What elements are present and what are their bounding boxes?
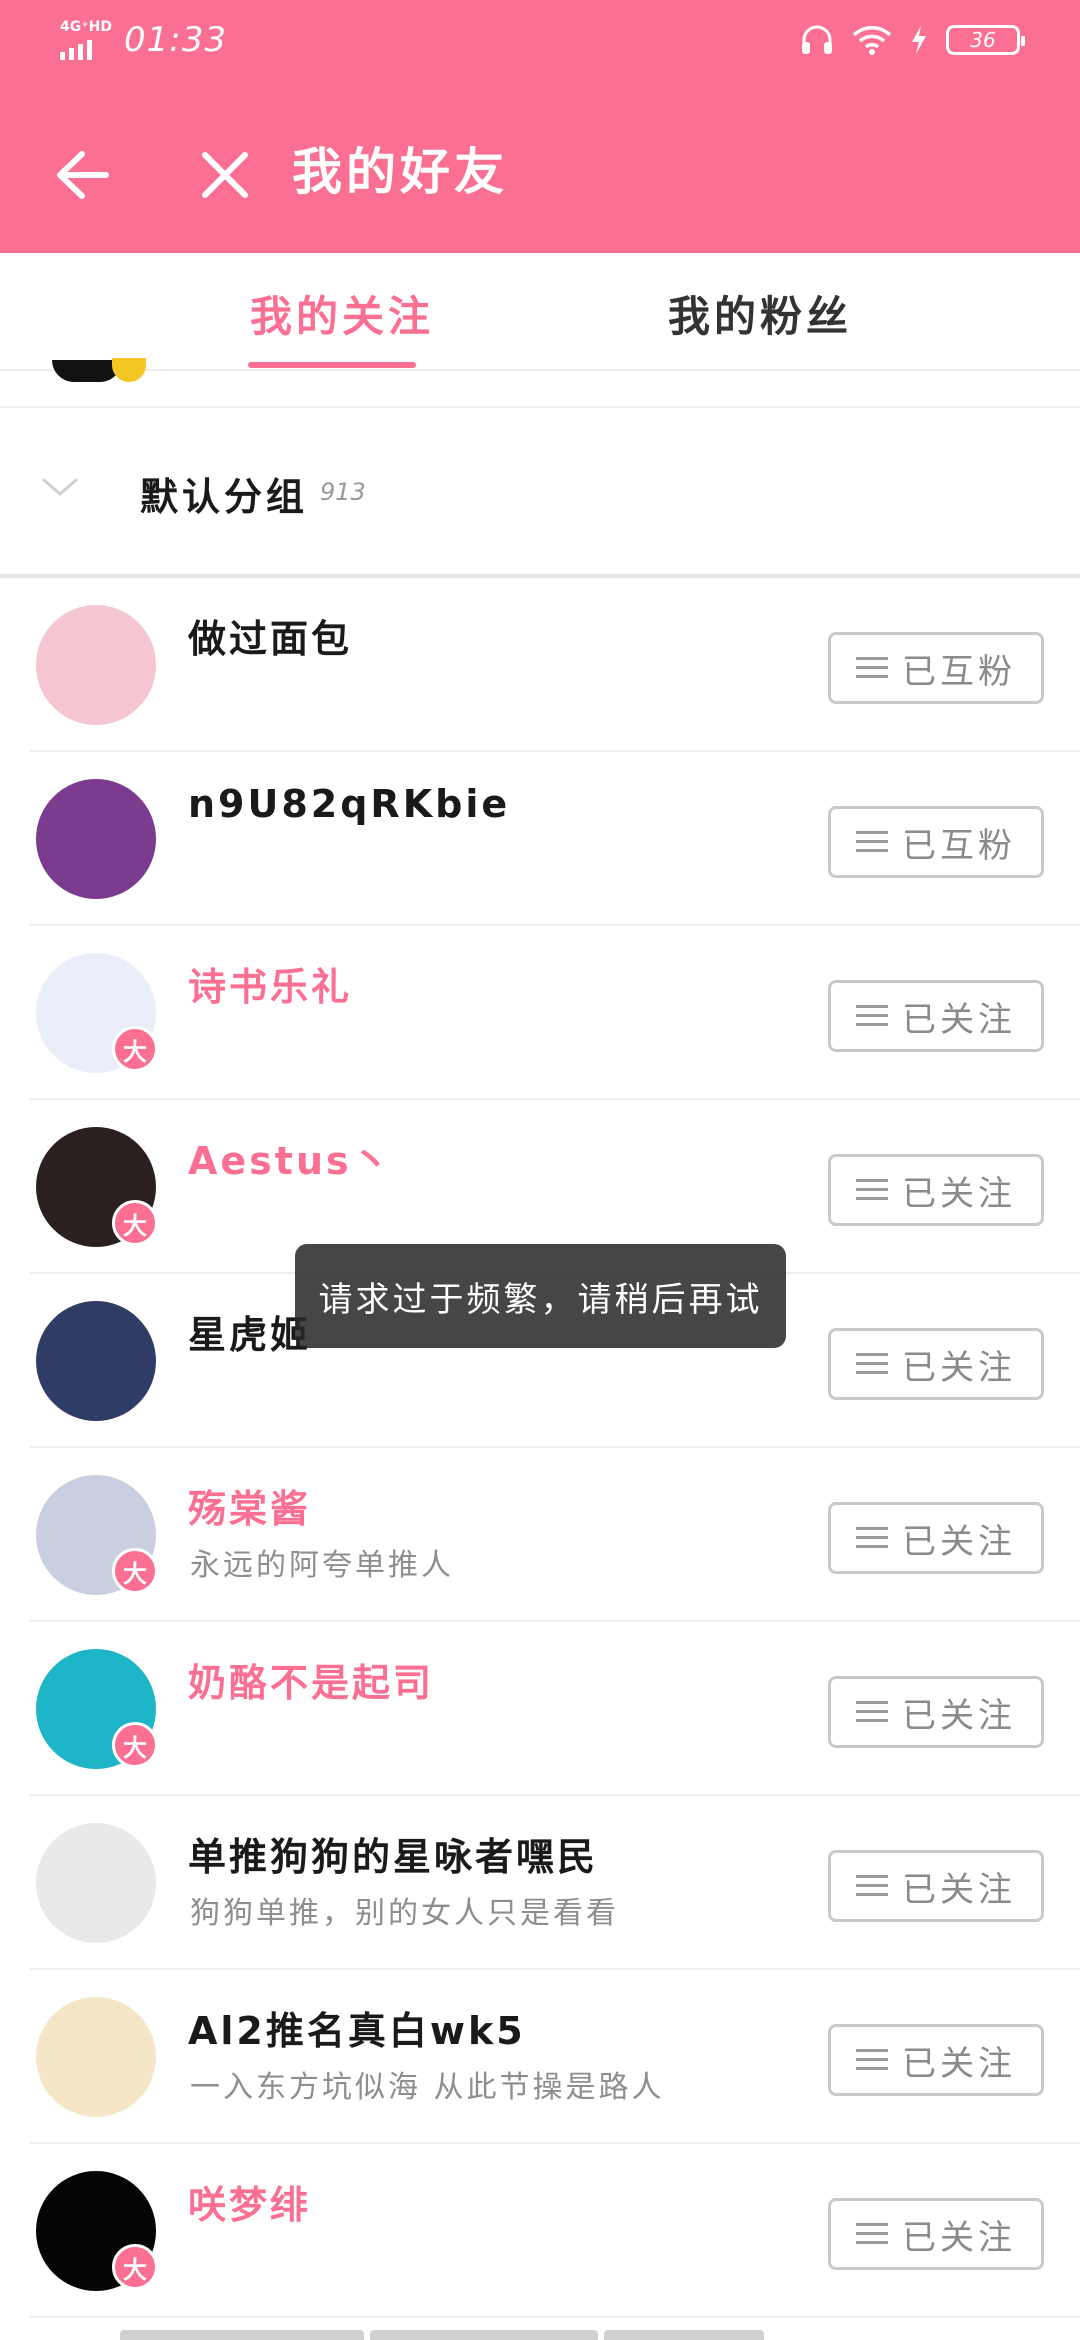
user-name: 咲梦绯 xyxy=(188,2183,312,2227)
signal-icon: 4G⁺HD xyxy=(60,20,112,60)
toast-message: 请求过于频繁，请稍后再试 xyxy=(295,1244,786,1348)
follow-status-button[interactable]: 已关注 xyxy=(828,1676,1044,1748)
vip-badge xyxy=(112,358,146,382)
clock: 01:33 xyxy=(123,20,227,60)
list-item[interactable]: 做过面包 已互粉 xyxy=(0,578,1080,752)
group-header[interactable]: 默认分组 913 xyxy=(0,408,1080,574)
tab-fans[interactable]: 我的粉丝 xyxy=(668,283,852,344)
avatar[interactable] xyxy=(36,1301,156,1421)
headphones-icon xyxy=(802,25,832,54)
back-button[interactable] xyxy=(40,130,130,220)
user-signature: 狗狗单推，别的女人只是看看 xyxy=(190,1896,619,1931)
list-item[interactable]: 大 殇棠酱 永远的阿夸单推人 已关注 xyxy=(0,1448,1080,1622)
close-icon xyxy=(202,152,248,198)
battery-level: 36 xyxy=(970,28,996,52)
menu-icon xyxy=(856,655,888,681)
follow-status-button[interactable]: 已互粉 xyxy=(828,806,1044,878)
user-name: Al2推名真白wk5 xyxy=(188,2009,526,2053)
user-name: n9U82qRKbie xyxy=(188,782,511,826)
back-arrow-icon xyxy=(57,151,109,199)
menu-icon xyxy=(856,2221,888,2247)
vip-badge: 大 xyxy=(112,2244,158,2290)
menu-icon xyxy=(856,1873,888,1899)
follow-status-button[interactable]: 已关注 xyxy=(828,2024,1044,2096)
list-item[interactable]: 大 咲梦绯 已关注 xyxy=(0,2144,1080,2318)
app-bar: 我的好友 xyxy=(0,110,1080,230)
follow-status-label: 已关注 xyxy=(902,2217,1016,2258)
follow-status-label: 已关注 xyxy=(902,1173,1016,1214)
list-item[interactable]: 大 诗书乐礼 已关注 xyxy=(0,926,1080,1100)
menu-icon xyxy=(856,829,888,855)
menu-icon xyxy=(856,1525,888,1551)
user-name: 做过面包 xyxy=(188,617,353,661)
follow-status-label: 已关注 xyxy=(902,2043,1016,2084)
tab-indicator xyxy=(248,362,416,368)
avatar[interactable] xyxy=(36,779,156,899)
list-item[interactable]: Al2推名真白wk5 一入东方坑似海 从此节操是路人 已关注 xyxy=(0,1970,1080,2144)
follow-status-button[interactable]: 已互粉 xyxy=(828,632,1044,704)
follow-status-button[interactable]: 已关注 xyxy=(828,1328,1044,1400)
follow-status-label: 已互粉 xyxy=(902,651,1016,692)
chevron-down-icon xyxy=(42,478,78,496)
vip-badge: 大 xyxy=(112,1026,158,1072)
group-title: 默认分组 xyxy=(140,475,309,519)
user-signature: 一入东方坑似海 从此节操是路人 xyxy=(190,2070,665,2105)
following-list: 做过面包 已互粉 n9U82qRKbie 已互粉 大 诗书乐礼 已关注 大 Ae… xyxy=(0,578,1080,2318)
charging-icon xyxy=(912,26,926,54)
follow-status-label: 已关注 xyxy=(902,1347,1016,1388)
user-name: 奶酪不是起司 xyxy=(188,1661,435,1705)
follow-status-label: 已关注 xyxy=(902,1521,1016,1562)
follow-status-label: 已关注 xyxy=(902,1869,1016,1910)
vip-badge: 大 xyxy=(112,1548,158,1594)
follow-status-label: 已关注 xyxy=(902,999,1016,1040)
menu-icon xyxy=(856,1351,888,1377)
tab-bar: 我的关注 我的粉丝 xyxy=(0,253,1080,371)
vip-badge: 大 xyxy=(112,1200,158,1246)
network-type: 4G⁺HD xyxy=(60,19,112,35)
menu-icon xyxy=(856,2047,888,2073)
tab-following[interactable]: 我的关注 xyxy=(250,283,434,344)
vip-badge: 大 xyxy=(112,1722,158,1768)
status-bar: 4G⁺HD 01:33 36 xyxy=(0,0,1080,80)
avatar[interactable] xyxy=(36,1823,156,1943)
user-name: 诗书乐礼 xyxy=(188,965,353,1009)
follow-status-button[interactable]: 已关注 xyxy=(828,1154,1044,1226)
user-name: 单推狗狗的星咏者嘿民 xyxy=(188,1835,599,1879)
follow-status-label: 已关注 xyxy=(902,1695,1016,1736)
page-title: 我的好友 xyxy=(292,143,508,201)
avatar[interactable] xyxy=(36,605,156,725)
follow-status-label: 已互粉 xyxy=(902,825,1016,866)
battery-icon: 36 xyxy=(946,25,1025,55)
close-button[interactable] xyxy=(180,130,270,220)
follow-status-button[interactable]: 已关注 xyxy=(828,2198,1044,2270)
group-count: 913 xyxy=(320,478,366,506)
user-name: Aestus丶 xyxy=(188,1139,393,1183)
menu-icon xyxy=(856,1003,888,1029)
menu-icon xyxy=(856,1177,888,1203)
follow-status-button[interactable]: 已关注 xyxy=(828,980,1044,1052)
user-name: 殇棠酱 xyxy=(188,1487,312,1531)
scroll-indicator xyxy=(120,2330,960,2340)
list-item[interactable]: 单推狗狗的星咏者嘿民 狗狗单推，别的女人只是看看 已关注 xyxy=(0,1796,1080,1970)
wifi-icon xyxy=(852,26,892,55)
follow-status-button[interactable]: 已关注 xyxy=(828,1850,1044,1922)
list-item[interactable]: n9U82qRKbie 已互粉 xyxy=(0,752,1080,926)
user-name: 星虎姬 xyxy=(188,1313,312,1357)
menu-icon xyxy=(856,1699,888,1725)
avatar[interactable] xyxy=(36,1997,156,2117)
top-bar: 4G⁺HD 01:33 36 我的好友 xyxy=(0,0,1080,253)
follow-status-button[interactable]: 已关注 xyxy=(828,1502,1044,1574)
user-signature: 永远的阿夸单推人 xyxy=(190,1548,454,1583)
list-item[interactable]: 大 奶酪不是起司 已关注 xyxy=(0,1622,1080,1796)
